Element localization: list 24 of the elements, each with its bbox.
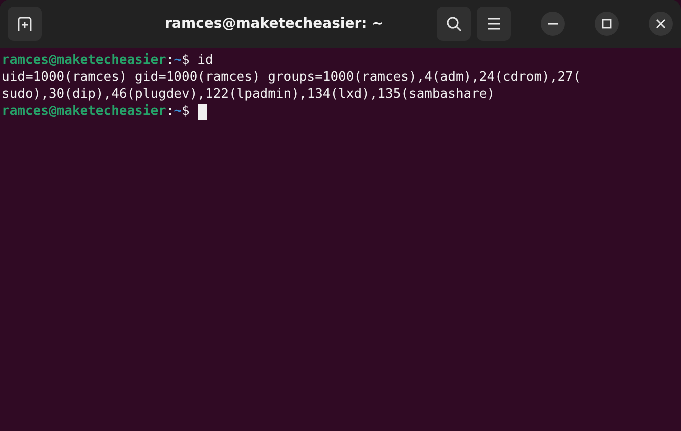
minimize-icon: [548, 23, 558, 25]
new-tab-icon: [17, 16, 33, 32]
window-title: ramces@maketecheasier: ~: [164, 16, 385, 32]
prompt-symbol: $: [182, 52, 190, 69]
maximize-button[interactable]: [595, 12, 619, 36]
maximize-icon: [602, 19, 612, 29]
minimize-button[interactable]: [541, 12, 565, 36]
menu-icon: [487, 18, 501, 30]
menu-button[interactable]: [477, 7, 511, 41]
search-button[interactable]: [437, 7, 471, 41]
prompt-path: ~: [174, 52, 182, 69]
output-text: sudo),30(dip),46(plugdev),122(lpadmin),134(lxd),135(sambashare): [2, 86, 496, 103]
prompt-separator: :: [166, 52, 174, 69]
close-button[interactable]: [649, 12, 673, 36]
output-text: uid=1000(ramces) gid=1000(ramces) groups=1000(ramces),4(adm),24(cdrom),27(: [2, 69, 582, 86]
prompt-separator: :: [166, 103, 174, 120]
prompt-user-host: ramces@maketecheasier: [2, 52, 166, 69]
new-tab-button[interactable]: [8, 7, 42, 41]
search-icon: [446, 16, 462, 32]
prompt-user-host: ramces@maketecheasier: [2, 103, 166, 120]
prompt-path: ~: [174, 103, 182, 120]
command-text: id: [196, 52, 214, 69]
close-icon: [656, 19, 666, 29]
prompt-symbol: $: [182, 103, 190, 120]
